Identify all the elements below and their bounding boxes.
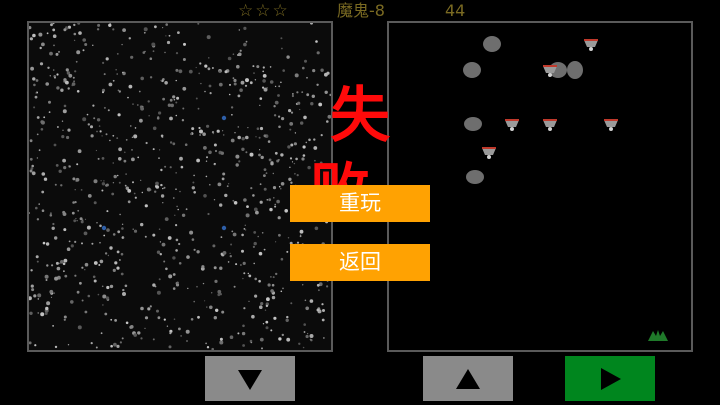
asteroid-rock [466, 170, 484, 184]
game-screen: ☆☆☆ 魔鬼-8 44 失 败 重玩 返回 [0, 0, 720, 405]
replay-button[interactable]: 重玩 [290, 185, 430, 222]
enemy-pod [543, 119, 557, 131]
play-icon [601, 368, 621, 390]
enemy-pod [604, 119, 618, 131]
score-counter: 44 [445, 1, 466, 20]
asteroid-rock [567, 61, 583, 79]
blue-gem [221, 115, 227, 121]
asteroid-rock [463, 62, 481, 78]
player-ship [648, 330, 668, 341]
level-name: 魔鬼-8 [337, 1, 385, 20]
triangle-up-icon [456, 369, 480, 389]
asteroid-rock [483, 36, 501, 52]
enemy-pod [482, 147, 496, 159]
blue-gem [221, 225, 227, 231]
enemy-pod [505, 119, 519, 131]
blue-gem [101, 225, 107, 231]
asteroid-rock [464, 117, 482, 131]
back-button[interactable]: 返回 [290, 244, 430, 281]
move-down-button[interactable] [205, 356, 295, 401]
move-up-button[interactable] [423, 356, 513, 401]
enemy-pod [584, 39, 598, 51]
play-button[interactable] [565, 356, 655, 401]
level-stars-rating: ☆☆☆ [238, 1, 290, 21]
triangle-down-icon [238, 370, 262, 390]
